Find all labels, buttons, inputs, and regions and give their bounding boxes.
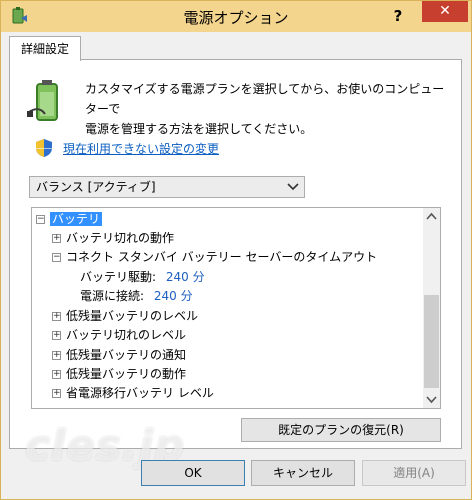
title-bar[interactable]: 電源オプション ? ✕ — [1, 1, 471, 32]
tree-row[interactable]: + バッテリ切れの動作 — [52, 229, 174, 248]
ok-button[interactable]: OK — [141, 460, 245, 486]
setting-value[interactable]: 240 分 — [154, 289, 193, 303]
battery-power-icon — [27, 80, 58, 121]
tree-item-label: 低残量バッテリの通知 — [66, 348, 187, 362]
chevron-down-icon — [287, 183, 299, 191]
tree-row[interactable]: + 低残量バッテリの動作 — [52, 365, 186, 384]
expand-toggle-icon[interactable]: + — [52, 312, 61, 321]
apply-button[interactable]: 適用(A) — [362, 460, 466, 486]
tree-item-label: 省電源移行バッテリ レベル — [66, 386, 214, 400]
power-plan-select-value: バランス [アクティブ] — [36, 180, 156, 194]
tree-item-label: 低残量バッテリのレベル — [66, 309, 199, 323]
expand-toggle-icon[interactable]: + — [52, 234, 61, 243]
tree-row[interactable]: − コネクト スタンバイ バッテリー セーバーのタイムアウト — [52, 248, 377, 267]
scrollbar-thumb[interactable] — [424, 295, 439, 388]
description-line-1: カスタマイズする電源プランを選択してから、お使いのコンピューターで — [85, 82, 445, 116]
tree-row[interactable]: + バッテリ切れのレベル — [52, 326, 186, 345]
settings-tree[interactable]: − バッテリ + バッテリ切れの動作 − コネクト スタンバイ バッテリー セー… — [31, 207, 441, 409]
dialog-description: カスタマイズする電源プランを選択してから、お使いのコンピューターで 電源を管理す… — [85, 79, 455, 139]
scroll-up-arrow-icon[interactable] — [423, 208, 440, 225]
description-line-2: 電源を管理する方法を選択してください。 — [85, 122, 313, 136]
tree-row[interactable]: + 省電源移行バッテリ レベル — [52, 384, 214, 403]
collapse-toggle-icon[interactable]: − — [52, 253, 61, 262]
expand-toggle-icon[interactable]: + — [52, 370, 61, 379]
tree-row[interactable]: + 低残量バッテリのレベル — [52, 307, 198, 326]
setting-label: バッテリ駆動: — [80, 270, 157, 284]
setting-label: 電源に接続: — [80, 289, 145, 303]
expand-toggle-icon[interactable]: + — [52, 389, 61, 398]
tree-row-battery[interactable]: − バッテリ — [36, 210, 103, 229]
cancel-button[interactable]: キャンセル — [251, 460, 355, 486]
close-button[interactable]: ✕ — [422, 1, 468, 22]
tree-item-label: バッテリ切れの動作 — [66, 231, 175, 245]
expand-toggle-icon[interactable]: + — [52, 331, 61, 340]
power-plan-select[interactable]: バランス [アクティブ] — [29, 176, 305, 198]
tab-advanced-settings[interactable]: 詳細設定 — [9, 36, 81, 61]
collapse-toggle-icon[interactable]: − — [36, 215, 45, 224]
help-button[interactable]: ? — [385, 4, 411, 28]
change-unavailable-settings-link[interactable]: 現在利用できない設定の変更 — [63, 140, 219, 157]
tree-item-label: バッテリ切れのレベル — [66, 328, 187, 342]
uac-shield-icon — [36, 139, 52, 157]
tree-row[interactable]: + 低残量バッテリの通知 — [52, 346, 186, 365]
tree-item-label: 低残量バッテリの動作 — [66, 367, 187, 381]
vertical-scrollbar[interactable] — [423, 208, 440, 408]
restore-plan-defaults-button[interactable]: 既定のプランの復元(R) — [241, 418, 441, 442]
tree-item-label[interactable]: バッテリ — [50, 212, 103, 226]
tree-subrow-plugged-in[interactable]: 電源に接続: 240 分 — [80, 287, 193, 306]
power-options-dialog: 電源オプション ? ✕ 詳細設定 カスタマイズする電源プランを選択してから、お使… — [0, 0, 472, 500]
tree-subrow-battery[interactable]: バッテリ駆動: 240 分 — [80, 268, 205, 287]
tree-item-label: コネクト スタンバイ バッテリー セーバーのタイムアウト — [66, 250, 378, 264]
expand-toggle-icon[interactable]: + — [52, 351, 61, 360]
setting-value[interactable]: 240 分 — [166, 270, 205, 284]
scroll-down-arrow-icon[interactable] — [423, 391, 440, 408]
